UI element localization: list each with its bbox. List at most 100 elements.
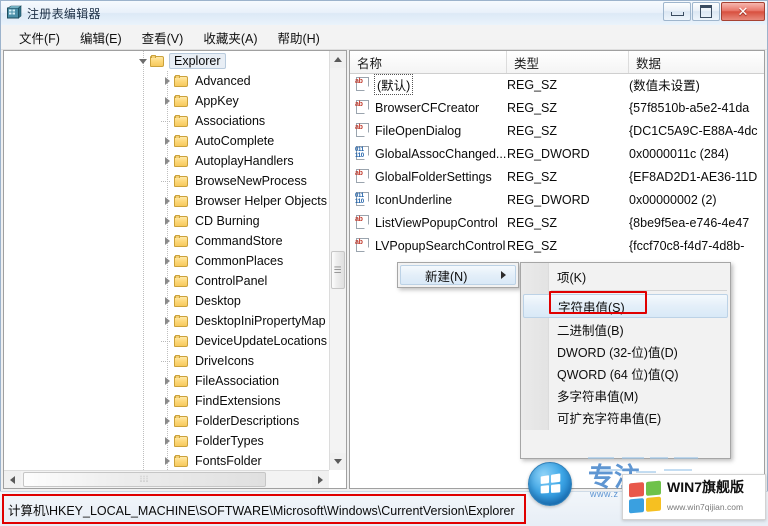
value-name: IconUnderline (375, 192, 453, 207)
tree-vertical-scrollbar[interactable]: ☰ (329, 51, 346, 470)
value-name: FileOpenDialog (375, 123, 462, 138)
grip-icon: ☰ (333, 264, 343, 275)
table-row[interactable]: 011 110 GlobalAssocChanged... REG_DWORD 0x00… (350, 142, 764, 165)
menu-favorites[interactable]: 收藏夹(A) (193, 25, 267, 50)
chevron-right-icon[interactable] (161, 235, 173, 247)
submenu-item[interactable]: 项(K) (521, 265, 730, 287)
minimize-button[interactable] (663, 2, 691, 21)
chevron-right-icon[interactable] (161, 275, 173, 287)
tree-item[interactable]: AutoplayHandlers (4, 151, 329, 171)
tree-item[interactable]: AppKey (4, 91, 329, 111)
context-submenu-new-types[interactable]: 项(K) 字符串值(S) 二进制值(B) DWORD (32-位)值(D) QWORD … (520, 262, 731, 459)
scroll-right-button[interactable] (312, 471, 329, 488)
table-row[interactable]: ab FileOpenDialog REG_SZ {DC1C5A9C-E88A-4dc (350, 119, 764, 142)
chevron-right-icon[interactable] (161, 75, 173, 87)
tree-item[interactable]: FolderTypes (4, 431, 329, 451)
chevron-right-icon[interactable] (161, 215, 173, 227)
chevron-right-icon[interactable] (161, 315, 173, 327)
string-value-icon: ab (355, 77, 371, 92)
tree-item[interactable]: DesktopIniPropertyMap (4, 311, 329, 331)
cell-type: REG_SZ (507, 169, 558, 184)
submenu-item[interactable]: 字符串值(S) (523, 294, 728, 318)
chevron-right-icon[interactable] (161, 95, 173, 107)
scroll-thumb[interactable]: ☰ (331, 251, 345, 289)
menu-separator (551, 290, 727, 291)
tree-horizontal-scrollbar[interactable]: ⦙⦙⦙ (4, 470, 329, 488)
registry-editor-window: 注册表编辑器 ✕ 文件(F) 编辑(E) 查看(V) 收藏夹(A) 帮助(H) (0, 0, 768, 526)
scroll-left-button[interactable] (4, 471, 21, 488)
chevron-right-icon[interactable] (161, 395, 173, 407)
table-row[interactable]: ab (默认) REG_SZ (数值未设置) (350, 73, 764, 96)
scroll-down-button[interactable] (330, 453, 346, 470)
submenu-item[interactable]: 可扩充字符串值(E) (521, 406, 730, 428)
table-row[interactable]: ab GlobalFolderSettings REG_SZ {EF8AD2D1-AE… (350, 165, 764, 188)
title-bar: 注册表编辑器 ✕ (1, 1, 767, 26)
tree-item-label: DeviceUpdateLocations (195, 334, 328, 348)
menu-file[interactable]: 文件(F) (9, 25, 70, 50)
tree-item[interactable]: CommandStore (4, 231, 329, 251)
tree-item-label: ControlPanel (195, 274, 268, 288)
table-row[interactable]: ab BrowserCFCreator REG_SZ {57f8510b-a5e2-4… (350, 96, 764, 119)
value-name: ListViewPopupControl (375, 215, 498, 230)
tree-item[interactable]: BrowseNewProcess (4, 171, 329, 191)
cell-name: ab ListViewPopupControl (350, 215, 507, 230)
tree-item[interactable]: Associations (4, 111, 329, 131)
chevron-right-icon[interactable] (161, 135, 173, 147)
chevron-right-icon[interactable] (161, 375, 173, 387)
submenu-item-label: 二进制值(B) (557, 323, 624, 338)
chevron-right-icon[interactable] (161, 195, 173, 207)
submenu-item[interactable]: QWORD (64 位)值(Q) (521, 362, 730, 384)
string-value-icon: ab (355, 215, 371, 230)
tree-item-label: Associations (195, 114, 266, 128)
context-menu-new[interactable]: 新建(N) (397, 262, 519, 288)
table-row[interactable]: 011 110 IconUnderline REG_DWORD 0x00000002 (… (350, 188, 764, 211)
tree-item[interactable]: Advanced (4, 71, 329, 91)
chevron-right-icon[interactable] (161, 255, 173, 267)
context-menu-item-new[interactable]: 新建(N) (400, 265, 516, 285)
column-header-name[interactable]: 名称 (350, 51, 507, 73)
tree-item[interactable]: FindExtensions (4, 391, 329, 411)
tree-item[interactable]: DeviceUpdateLocations (4, 331, 329, 351)
highlight-annotation-path (2, 494, 526, 524)
cell-data: (数值未设置) (629, 79, 700, 93)
table-row[interactable]: ab LVPopupSearchControl REG_SZ {fccf70c8-f4… (350, 234, 764, 257)
tree-item[interactable]: ControlPanel (4, 271, 329, 291)
close-button[interactable]: ✕ (721, 2, 765, 21)
tree-item-label: DesktopIniPropertyMap (195, 314, 326, 328)
tree-item[interactable]: CD Burning (4, 211, 329, 231)
table-row[interactable]: ab ListViewPopupControl REG_SZ {8be9f5ea-e7… (350, 211, 764, 234)
submenu-item[interactable]: DWORD (32-位)值(D) (521, 340, 730, 362)
tree-item[interactable]: Desktop (4, 291, 329, 311)
chevron-right-icon[interactable] (161, 415, 173, 427)
submenu-item[interactable]: 二进制值(B) (521, 318, 730, 340)
windows-orb-icon (528, 462, 572, 506)
menu-view[interactable]: 查看(V) (132, 25, 194, 50)
tree-item[interactable]: FontsFolder (4, 451, 329, 470)
maximize-button[interactable] (692, 2, 720, 21)
tree-item[interactable]: AutoComplete (4, 131, 329, 151)
tree-item[interactable]: FileAssociation (4, 371, 329, 391)
chevron-right-icon[interactable] (161, 295, 173, 307)
cell-name: ab LVPopupSearchControl (350, 238, 507, 253)
tree-children: Advanced AppKey Associations AutoComplete Au… (4, 71, 329, 470)
tree-item-label: CommonPlaces (195, 254, 284, 268)
tree-item[interactable]: CommonPlaces (4, 251, 329, 271)
registry-editor-icon (6, 5, 22, 21)
tree-item[interactable]: Browser Helper Objects (4, 191, 329, 211)
chevron-right-icon[interactable] (161, 155, 173, 167)
column-header-data[interactable]: 数据 (629, 51, 764, 73)
chevron-right-icon[interactable] (161, 455, 173, 467)
chevron-right-icon[interactable] (161, 435, 173, 447)
menu-help[interactable]: 帮助(H) (267, 25, 329, 50)
chevron-down-icon[interactable] (137, 55, 149, 67)
column-header-type[interactable]: 类型 (507, 51, 629, 73)
submenu-item[interactable]: 多字符串值(M) (521, 384, 730, 406)
tree-item[interactable]: FolderDescriptions (4, 411, 329, 431)
scroll-thumb[interactable]: ⦙⦙⦙ (23, 472, 266, 487)
tree-item-explorer[interactable]: Explorer (4, 51, 329, 71)
scroll-up-button[interactable] (330, 51, 346, 68)
menu-edit[interactable]: 编辑(E) (70, 25, 132, 50)
tree-item-label: CommandStore (195, 234, 283, 248)
tree-item[interactable]: DriveIcons (4, 351, 329, 371)
folder-icon (174, 274, 189, 288)
